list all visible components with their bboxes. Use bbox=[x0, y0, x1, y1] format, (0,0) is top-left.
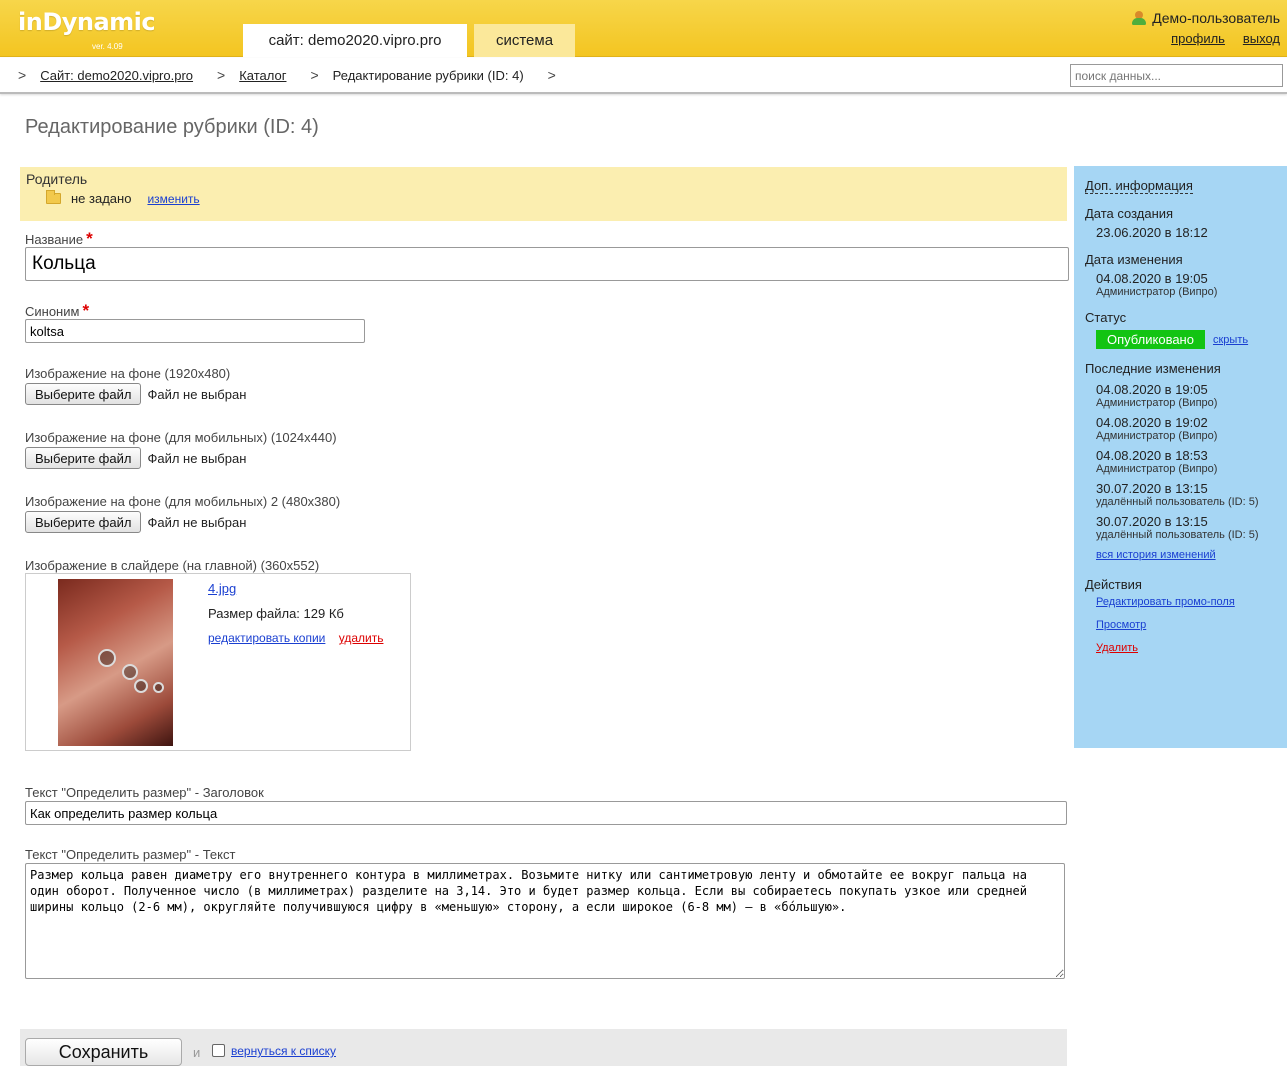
actions-label: Действия bbox=[1085, 577, 1142, 592]
parent-change-link[interactable]: изменить bbox=[147, 192, 199, 206]
chevron-right-icon: > bbox=[310, 67, 319, 83]
app-version: ver. 4.09 bbox=[92, 42, 123, 51]
app-logo[interactable]: inDynamic bbox=[18, 8, 156, 36]
breadcrumb: > Сайт: demo2020.vipro.pro > Каталог > Р… bbox=[18, 67, 570, 83]
change-item: 04.08.2020 в 19:02 Администратор (Випро) bbox=[1096, 415, 1218, 442]
bg-image-upload: Выберите файл Файл не выбран bbox=[25, 383, 246, 405]
folder-icon bbox=[46, 190, 61, 204]
user-icon bbox=[1132, 11, 1147, 25]
status-label: Статус bbox=[1085, 310, 1127, 325]
change-item: 30.07.2020 в 13:15 удалённый пользовател… bbox=[1096, 481, 1259, 508]
size-text-field[interactable]: Размер кольца равен диаметру его внутрен… bbox=[25, 863, 1065, 979]
modified-by: Администратор (Випро) bbox=[1096, 286, 1218, 298]
change-item: 30.07.2020 в 13:15 удалённый пользовател… bbox=[1096, 514, 1259, 541]
choose-file-button[interactable]: Выберите файл bbox=[25, 383, 142, 405]
size-title-field[interactable] bbox=[25, 801, 1067, 825]
breadcrumb-bar: > Сайт: demo2020.vipro.pro > Каталог > Р… bbox=[0, 58, 1287, 94]
breadcrumb-catalog[interactable]: Каталог bbox=[239, 68, 286, 83]
bg-mobile-label: Изображение на фоне (для мобильных) (102… bbox=[25, 430, 337, 445]
user-name: Демо-пользователь bbox=[1152, 10, 1280, 26]
size-title-label: Текст "Определить размер" - Заголовок bbox=[25, 785, 264, 800]
created-label: Дата создания bbox=[1085, 206, 1174, 221]
page-title: Редактирование рубрики (ID: 4) bbox=[25, 116, 319, 138]
tab-site[interactable]: сайт: demo2020.vipro.pro bbox=[243, 24, 467, 57]
edit-promo-link[interactable]: Редактировать промо-поля bbox=[1096, 596, 1287, 608]
slider-image-label: Изображение в слайдере (на главной) (360… bbox=[25, 558, 320, 573]
bg-mobile-upload: Выберите файл Файл не выбран bbox=[25, 447, 246, 469]
parent-label: Родитель bbox=[26, 171, 88, 187]
required-mark: * bbox=[82, 301, 90, 320]
profile-link[interactable]: профиль bbox=[1171, 31, 1225, 46]
ring-shape bbox=[122, 664, 138, 680]
size-text-label: Текст "Определить размер" - Текст bbox=[25, 847, 236, 862]
modified-label: Дата изменения bbox=[1085, 252, 1183, 267]
change-item: 04.08.2020 в 19:05 Администратор (Випро) bbox=[1096, 382, 1218, 409]
save-button[interactable]: Сохранить bbox=[25, 1038, 182, 1066]
chevron-right-icon: > bbox=[547, 67, 556, 83]
search-input[interactable] bbox=[1070, 64, 1283, 87]
ring-shape bbox=[98, 649, 116, 667]
modified-value: 04.08.2020 в 19:05 bbox=[1096, 271, 1208, 286]
info-sidebar: Доп. информация Дата создания 23.06.2020… bbox=[1074, 166, 1287, 748]
status-hide-link[interactable]: скрыть bbox=[1213, 334, 1248, 346]
recent-changes-label: Последние изменения bbox=[1085, 361, 1221, 376]
file-status: Файл не выбран bbox=[147, 514, 247, 530]
ring-shape bbox=[153, 682, 164, 693]
required-mark: * bbox=[86, 229, 93, 248]
delete-link[interactable]: Удалить bbox=[1096, 642, 1287, 654]
change-item: 04.08.2020 в 18:53 Администратор (Випро) bbox=[1096, 448, 1218, 475]
bg-mobile2-label: Изображение на фоне (для мобильных) 2 (4… bbox=[25, 494, 341, 509]
bg-mobile2-upload: Выберите файл Файл не выбран bbox=[25, 511, 246, 533]
parent-section: Родитель не задано изменить bbox=[20, 167, 1067, 221]
choose-file-button[interactable]: Выберите файл bbox=[25, 447, 142, 469]
created-value: 23.06.2020 в 18:12 bbox=[1096, 225, 1208, 240]
alias-label: Синоним * bbox=[25, 301, 90, 320]
all-history-link[interactable]: вся история изменений bbox=[1096, 549, 1287, 561]
status-badge: Опубликовано bbox=[1096, 330, 1205, 349]
image-file-size: Размер файла: 129 Кб bbox=[208, 606, 344, 621]
tab-system[interactable]: система bbox=[474, 24, 575, 57]
back-to-list-link[interactable]: вернуться к списку bbox=[231, 1044, 336, 1058]
file-status: Файл не выбран bbox=[147, 386, 247, 402]
and-text: и bbox=[193, 1045, 201, 1060]
parent-value: не задано bbox=[71, 191, 132, 206]
file-status: Файл не выбран bbox=[147, 450, 247, 466]
back-to-list-checkbox[interactable] bbox=[212, 1044, 225, 1057]
top-bar: inDynamic ver. 4.09 сайт: demo2020.vipro… bbox=[0, 0, 1287, 57]
slider-image-box: 4.jpg Размер файла: 129 Кб редактировать… bbox=[25, 573, 411, 751]
image-file-link[interactable]: 4.jpg bbox=[208, 581, 236, 596]
chevron-right-icon: > bbox=[18, 67, 27, 83]
save-bar: Сохранить и вернуться к списку bbox=[20, 1029, 1067, 1066]
delete-image-link[interactable]: удалить bbox=[339, 631, 384, 645]
user-box: Демо-пользователь профиль выход bbox=[1132, 10, 1280, 46]
choose-file-button[interactable]: Выберите файл bbox=[25, 511, 142, 533]
view-link[interactable]: Просмотр bbox=[1096, 619, 1287, 631]
chevron-right-icon: > bbox=[217, 67, 226, 83]
name-label: Название * bbox=[25, 229, 93, 248]
logout-link[interactable]: выход bbox=[1243, 31, 1280, 46]
rings-image[interactable] bbox=[58, 579, 173, 746]
sidebar-heading[interactable]: Доп. информация bbox=[1085, 178, 1193, 194]
name-field[interactable] bbox=[25, 247, 1069, 281]
ring-shape bbox=[134, 679, 148, 693]
breadcrumb-site[interactable]: Сайт: demo2020.vipro.pro bbox=[40, 68, 193, 83]
breadcrumb-current: Редактирование рубрики (ID: 4) bbox=[332, 67, 524, 83]
bg-image-label: Изображение на фоне (1920x480) bbox=[25, 366, 231, 381]
edit-copies-link[interactable]: редактировать копии bbox=[208, 631, 325, 645]
alias-field[interactable] bbox=[25, 319, 365, 343]
